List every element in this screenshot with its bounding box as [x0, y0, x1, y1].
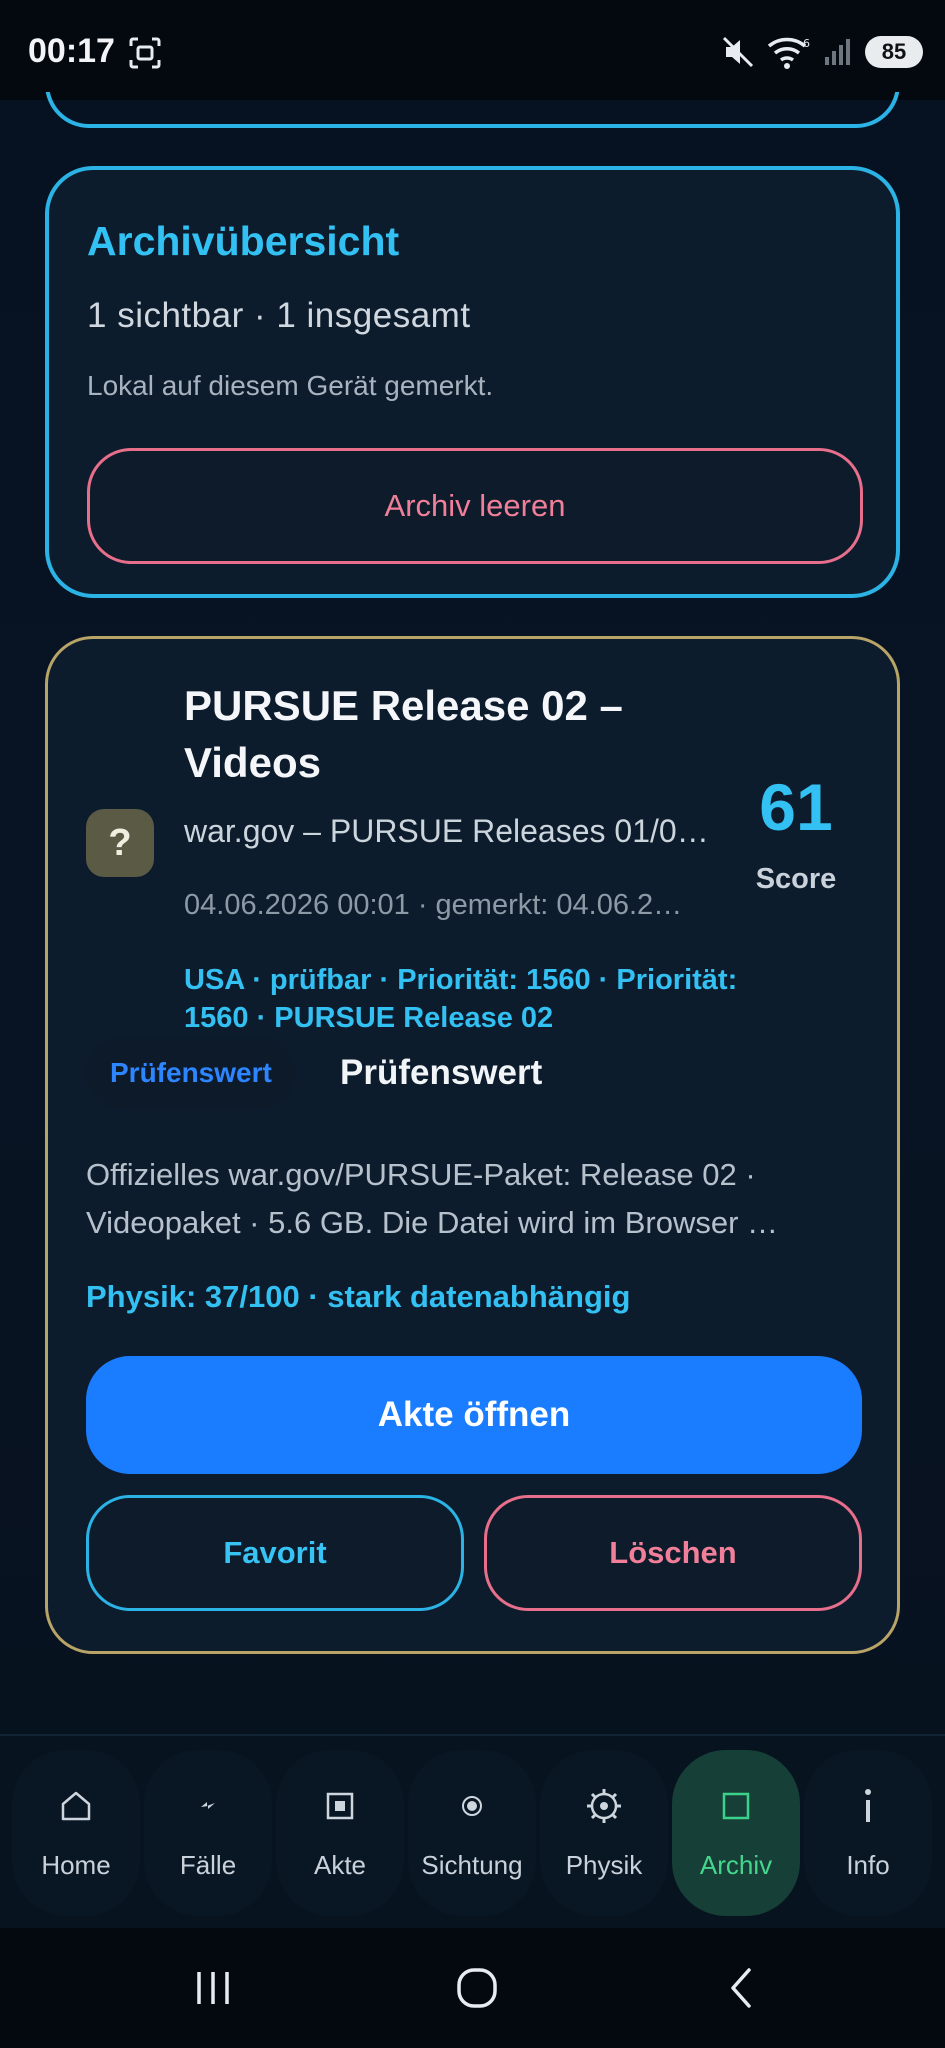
nav-sighting[interactable]: Sichtung — [408, 1750, 536, 1916]
score-value: 61 — [759, 770, 833, 844]
item-source: war.gov – PURSUE Releases 01/0… — [184, 813, 709, 849]
svg-text:6: 6 — [803, 37, 810, 50]
info-icon — [846, 1784, 890, 1828]
recents-button[interactable] — [178, 1958, 248, 2018]
home-circle-icon — [457, 1968, 497, 2008]
target-icon — [450, 1784, 494, 1828]
atom-gear-icon — [582, 1784, 626, 1828]
nav-label: Archiv — [699, 1850, 773, 1880]
nav-label: Home — [41, 1850, 111, 1880]
status-bar: 00:17 6 85 — [0, 0, 945, 100]
score-label: Score — [755, 863, 837, 895]
item-description: Offizielles war.gov/PURSUE-Paket: Releas… — [86, 1151, 866, 1247]
overview-count: 1 sichtbar · 1 insgesamt — [87, 296, 471, 335]
item-physics: Physik: 37/100 · stark datenabhängig — [86, 1279, 631, 1314]
item-title: PURSUE Release 02 – Videos — [184, 682, 623, 786]
battery-indicator: 85 — [865, 36, 923, 68]
clear-archive-button[interactable]: Archiv leeren — [87, 448, 863, 564]
status-icons: 6 85 — [721, 34, 923, 70]
overview-note: Lokal auf diesem Gerät gemerkt. — [87, 370, 494, 401]
previous-card-edge — [45, 92, 900, 128]
nav-home[interactable]: Home — [12, 1750, 140, 1916]
nav-label: Fälle — [179, 1850, 237, 1880]
home-system-button[interactable] — [442, 1958, 512, 2018]
screen: 00:17 6 85 Archivübersicht 1 sichtbar · … — [0, 0, 945, 2048]
file-square-icon — [318, 1784, 362, 1828]
delete-button[interactable]: Löschen — [484, 1495, 862, 1611]
nav-physics[interactable]: Physik — [540, 1750, 668, 1916]
nav-label: Akte — [313, 1850, 367, 1880]
item-tags: USA · prüfbar · Priorität: 1560 · Priori… — [184, 964, 738, 1034]
archive-item-card: ? PURSUE Release 02 – Videos war.gov – P… — [45, 636, 900, 1654]
signal-icon — [825, 39, 850, 65]
main-content[interactable]: Archivübersicht 1 sichtbar · 1 insgesamt… — [0, 92, 945, 1732]
bottom-nav: Home Fälle Akte Sichtung Physik Archiv I… — [0, 1734, 945, 1928]
back-button[interactable] — [706, 1958, 776, 2018]
screenshot-icon — [129, 37, 161, 69]
wifi-icon: 6 — [767, 37, 810, 69]
open-file-button[interactable]: Akte öffnen — [86, 1356, 862, 1474]
item-date: 04.06.2026 00:01 · gemerkt: 04.06.2… — [184, 889, 683, 921]
nav-info[interactable]: Info — [804, 1750, 932, 1916]
bolt-icon — [186, 1784, 230, 1828]
nav-label: Sichtung — [421, 1850, 523, 1880]
unknown-type-icon: ? — [86, 809, 154, 877]
overview-title: Archivübersicht — [87, 218, 400, 264]
item-description-line: Offizielles war.gov/PURSUE-Paket: Releas… — [86, 1157, 756, 1192]
nav-cases[interactable]: Fälle — [144, 1750, 272, 1916]
home-icon — [54, 1784, 98, 1828]
archive-overview-card: Archivübersicht 1 sichtbar · 1 insgesamt… — [45, 166, 900, 598]
back-chevron-icon — [731, 1968, 751, 2008]
item-description-line: Videopaket · 5.6 GB. Die Datei wird im B… — [86, 1205, 779, 1240]
rating-chip: Prüfenswert — [86, 1037, 296, 1109]
recents-icon — [197, 1972, 229, 2004]
nav-label: Info — [846, 1850, 890, 1880]
favorite-button[interactable]: Favorit — [86, 1495, 464, 1611]
nav-file[interactable]: Akte — [276, 1750, 404, 1916]
status-time: 00:17 — [28, 32, 115, 70]
archive-square-icon — [714, 1784, 758, 1828]
nav-archive[interactable]: Archiv — [672, 1750, 800, 1916]
rating-text: Prüfenswert — [340, 1053, 543, 1092]
mute-icon — [722, 36, 754, 68]
nav-label: Physik — [565, 1850, 643, 1880]
system-nav-bar — [0, 1928, 945, 2048]
